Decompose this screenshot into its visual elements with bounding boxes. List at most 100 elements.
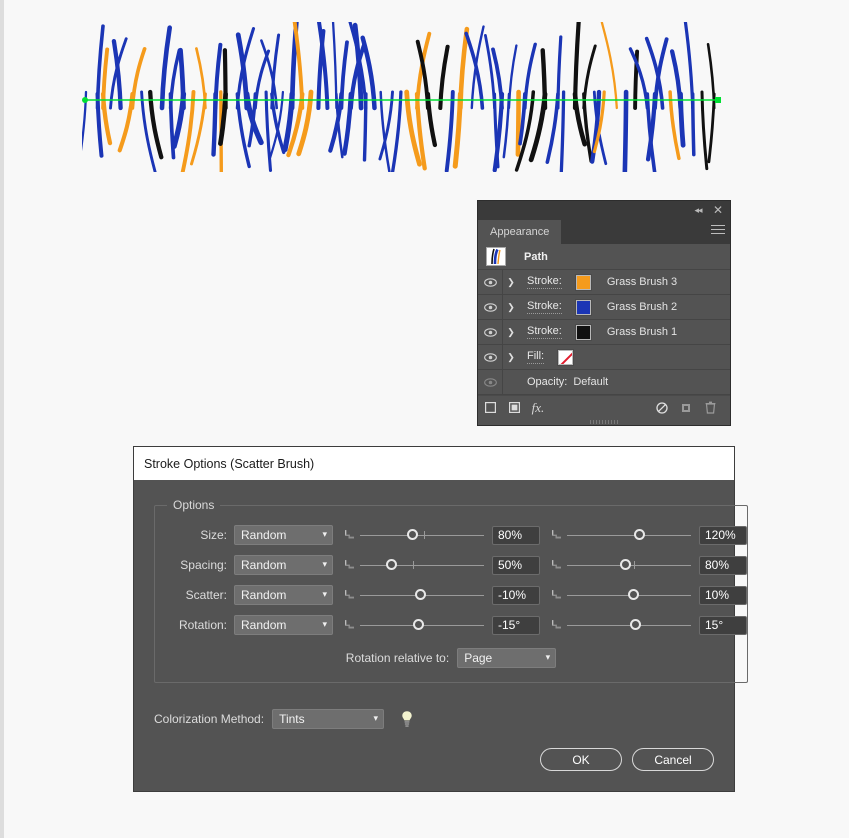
appearance-row-color-swatch[interactable] (576, 275, 591, 290)
spacing-min-slider[interactable] (343, 556, 540, 575)
appearance-row-label[interactable]: Fill: (527, 350, 544, 364)
size-max-slider-track[interactable] (567, 528, 691, 542)
appearance-row[interactable]: ❯ Stroke: Grass Brush 2 (478, 295, 730, 320)
appearance-row-value: Grass Brush 1 (607, 326, 677, 338)
lightbulb-tip-icon[interactable] (400, 710, 414, 728)
size-max-value-input[interactable] (699, 526, 747, 545)
spacing-max-slider-knob[interactable] (620, 559, 631, 570)
slider-tick (413, 561, 414, 569)
brush-tip-icon (550, 558, 564, 572)
grass-blade (561, 92, 563, 172)
toggle-visibility-button[interactable] (478, 270, 503, 294)
grass-blade (455, 94, 460, 166)
size-max-slider-knob[interactable] (634, 529, 645, 540)
grass-blade (162, 28, 170, 108)
appearance-row[interactable]: ❯ Stroke: Grass Brush 3 (478, 270, 730, 295)
appearance-target-row[interactable]: Path (478, 244, 730, 270)
appearance-item-list: Path ❯ Stroke: Grass Brush 3 ❯ Stroke: Grass … (478, 244, 730, 395)
appearance-row-color-swatch[interactable] (576, 300, 591, 315)
scatter-min-slider[interactable] (343, 586, 540, 605)
tab-appearance[interactable]: Appearance (478, 220, 561, 244)
appearance-row-label[interactable]: Stroke: (527, 275, 562, 289)
appearance-row[interactable]: ❯ Fill: (478, 345, 730, 370)
rotation-min-slider-track[interactable] (360, 618, 484, 632)
grass-blade (693, 94, 694, 155)
rotation-relative-label: Rotation relative to: (346, 651, 449, 665)
rotation-min-value-input[interactable] (492, 616, 540, 635)
scatter-min-slider-track[interactable] (360, 588, 484, 602)
scatter-mode-select[interactable]: FixedRandomPressureStylus WheelTiltBeari… (234, 585, 333, 605)
size-min-value-input[interactable] (492, 526, 540, 545)
spacing-min-slider-track[interactable] (360, 558, 484, 572)
appearance-row-none-swatch[interactable] (558, 350, 573, 365)
spacing-mode-select[interactable]: FixedRandomPressureStylus WheelTiltBeari… (234, 555, 333, 575)
appearance-row-label[interactable]: Stroke: (527, 300, 562, 314)
rotation-max-slider[interactable] (550, 616, 747, 635)
spacing-max-slider[interactable] (550, 556, 747, 575)
toggle-visibility-button[interactable] (478, 295, 503, 319)
cancel-button[interactable]: Cancel (632, 748, 714, 771)
scatter-min-slider-knob[interactable] (415, 589, 426, 600)
scatter-min-value-input[interactable] (492, 586, 540, 605)
panel-menu-icon[interactable] (711, 225, 725, 237)
add-new-stroke-icon[interactable] (478, 396, 502, 419)
rotation-mode-select[interactable]: FixedRandomPressureStylus WheelTiltBeari… (234, 615, 333, 635)
chevron-right-icon[interactable]: ❯ (503, 320, 519, 344)
panel-resize-grip[interactable] (590, 420, 618, 424)
chevron-right-icon[interactable]: ❯ (503, 295, 519, 319)
spacing-min-value-input[interactable] (492, 556, 540, 575)
rotation-min-slider-knob[interactable] (413, 619, 424, 630)
brush-tip-icon (343, 558, 357, 572)
chevron-right-icon[interactable]: ❯ (503, 345, 519, 369)
scatter-max-slider[interactable] (550, 586, 747, 605)
appearance-row-value[interactable]: Default (573, 376, 608, 388)
toggle-visibility-button[interactable] (478, 370, 503, 394)
ok-button[interactable]: OK (540, 748, 622, 771)
rotation-min-slider[interactable] (343, 616, 540, 635)
double-chevron-left-icon[interactable]: ◂◂ (690, 203, 706, 218)
appearance-row[interactable]: ❯ Stroke: Grass Brush 1 (478, 320, 730, 345)
options-group-legend: Options (167, 498, 220, 512)
scatter-max-slider-knob[interactable] (628, 589, 639, 600)
dialog-body: Options Size:FixedRandomPressureStylus W… (134, 480, 734, 791)
toggle-visibility-button[interactable] (478, 345, 503, 369)
close-icon[interactable]: ✕ (710, 203, 726, 218)
spacing-max-value-input[interactable] (699, 556, 747, 575)
duplicate-item-icon[interactable] (674, 396, 698, 419)
grass-blade (584, 94, 591, 161)
scatter-max-slider-track[interactable] (567, 588, 691, 602)
scatter-max-value-input[interactable] (699, 586, 747, 605)
rotation-max-slider-knob[interactable] (630, 619, 641, 630)
spacing-min-slider-knob[interactable] (386, 559, 397, 570)
grass-blade (428, 94, 435, 145)
grass-artwork[interactable] (82, 22, 732, 172)
grass-blade (702, 92, 707, 169)
size-max-slider[interactable] (550, 526, 747, 545)
size-min-slider[interactable] (343, 526, 540, 545)
brush-tip-icon (550, 588, 564, 602)
appearance-row-label[interactable]: Stroke: (527, 325, 562, 339)
path-thumbnail (486, 247, 506, 266)
path-thumbnail-svg (487, 248, 505, 265)
rotation-max-value-input[interactable] (699, 616, 747, 635)
grass-blade (518, 92, 519, 155)
appearance-row[interactable]: Opacity: Default (478, 370, 730, 395)
add-new-fill-icon[interactable] (502, 396, 526, 419)
grass-blade (150, 92, 161, 157)
size-min-slider-knob[interactable] (407, 529, 418, 540)
brush-tip-icon (343, 528, 357, 542)
add-new-effect-fx-icon[interactable]: fx. (526, 396, 550, 419)
delete-item-icon[interactable] (698, 396, 722, 419)
chevron-right-icon[interactable]: ❯ (503, 270, 519, 294)
rotation-max-slider-track[interactable] (567, 618, 691, 632)
colorization-method-select[interactable]: NoneTintsTints and ShadesHue Shift (272, 709, 384, 729)
size-min-slider-track[interactable] (360, 528, 484, 542)
appearance-row-color-swatch[interactable] (576, 325, 591, 340)
rotation-relative-select[interactable]: PagePath (457, 648, 556, 668)
spacing-max-slider-track[interactable] (567, 558, 691, 572)
clear-appearance-icon[interactable] (650, 396, 674, 419)
grass-blade (214, 94, 216, 155)
size-mode-select[interactable]: FixedRandomPressureStylus WheelTiltBeari… (234, 525, 333, 545)
appearance-panel-footer: fx. (478, 395, 730, 419)
toggle-visibility-button[interactable] (478, 320, 503, 344)
